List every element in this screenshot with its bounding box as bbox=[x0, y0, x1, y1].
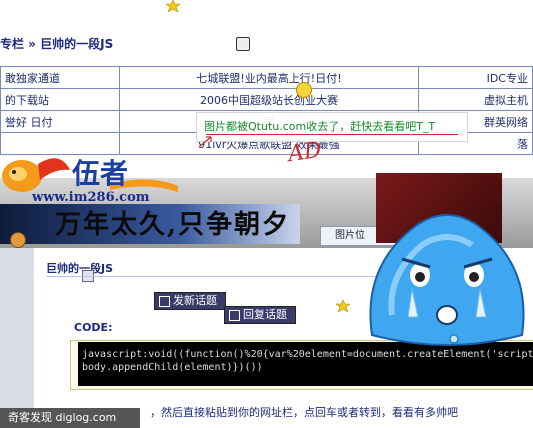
link-cell[interactable]: 七城联盟!业内最高上行!日付! bbox=[119, 66, 419, 89]
crying-mascot-icon bbox=[369, 214, 525, 346]
popup-message[interactable]: 图片都被Qtutu.com收去了，赶快去看看吧T_T bbox=[204, 118, 435, 134]
link-cell[interactable]: 虚拟主机 bbox=[418, 88, 533, 111]
popup-underline bbox=[206, 134, 458, 135]
new-topic-label: 发新话题 bbox=[173, 294, 217, 307]
link-cell[interactable]: 2006中国超级站长创业大赛 bbox=[119, 88, 419, 111]
smiley-icon bbox=[296, 82, 312, 98]
reply-label: 回复话题 bbox=[243, 308, 287, 321]
watermark: 奇客发现 diglog.com bbox=[0, 408, 140, 428]
link-cell[interactable]: 誉好 日付 bbox=[0, 110, 120, 133]
instruction-text: ，然后直接粘贴到你的网址栏，点回车或者转到，看看有多帅吧 bbox=[150, 406, 458, 419]
link-cell[interactable]: 敢独家通道 bbox=[0, 66, 120, 89]
link-row: 敢独家通道 七城联盟!业内最高上行!日付! IDC专业 bbox=[0, 66, 533, 89]
emoticon-icon bbox=[10, 232, 26, 248]
link-row: 的下载站 2006中国超级站长创业大赛 虚拟主机 bbox=[0, 88, 533, 111]
left-gutter bbox=[0, 248, 35, 428]
new-topic-button[interactable]: 发新话题 bbox=[154, 292, 226, 310]
post-title[interactable]: 巨帅的一段JS bbox=[46, 260, 113, 276]
logo-name: 伍者 bbox=[72, 157, 129, 190]
ad-mark: AD bbox=[286, 137, 324, 168]
pencil-icon bbox=[159, 296, 170, 307]
code-line: body.appendChild(element)})()) bbox=[82, 362, 263, 373]
link-cell[interactable]: IDC专业 bbox=[418, 66, 533, 89]
star-icon bbox=[336, 300, 350, 312]
breadcrumb[interactable]: 专栏 » 巨帅的一段JS bbox=[0, 35, 113, 52]
reply-icon bbox=[229, 310, 240, 321]
link-cell[interactable]: 的下载站 bbox=[0, 88, 120, 111]
reply-button[interactable]: 回复话题 bbox=[224, 306, 296, 324]
view-toggle-icon[interactable] bbox=[236, 37, 250, 51]
code-label: CODE: bbox=[74, 321, 113, 334]
logo-url[interactable]: www.im286.com bbox=[32, 190, 150, 205]
star-icon bbox=[166, 0, 180, 12]
arrow-icon bbox=[198, 136, 212, 148]
